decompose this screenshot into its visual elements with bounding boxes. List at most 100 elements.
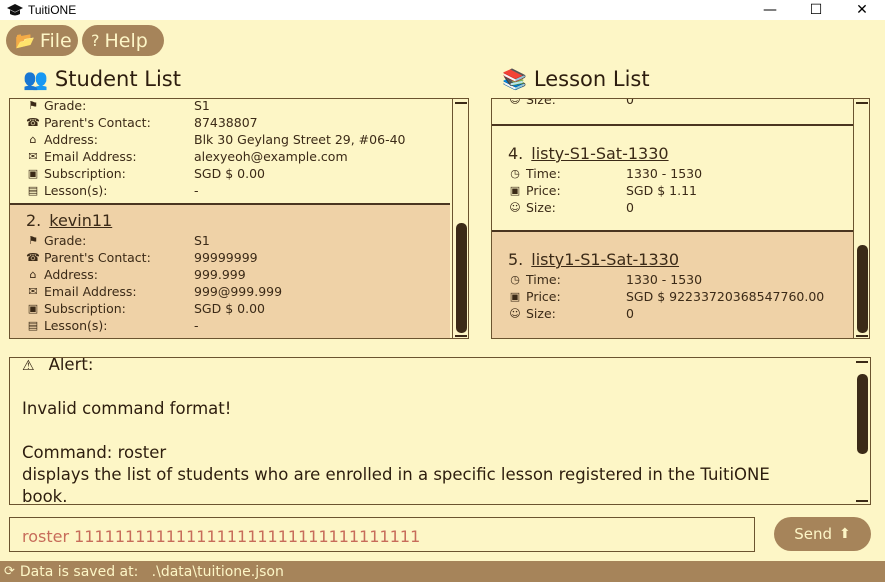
help-menu-button[interactable]: ? Help (82, 25, 164, 56)
result-display[interactable]: ⚠ Alert: Invalid command format! Command:… (9, 357, 871, 505)
lesson-card-title: 5. listy1-S1-Sat-1330 (508, 250, 679, 269)
lesson-detail-row: ☺ Size: 0 (508, 98, 634, 108)
student-detail-row: ▤ Lesson(s): - (26, 182, 199, 199)
row-value: S1 (194, 98, 210, 113)
close-button[interactable]: ✕ (839, 0, 885, 20)
student-detail-row: ☎ Parent's Contact: 99999999 (26, 249, 257, 266)
alert-description: displays the list of students who are en… (22, 465, 770, 484)
row-value: - (194, 318, 199, 333)
lesson-card-4[interactable]: 4. listy-S1-Sat-1330 ◷ Time: 1330 - 1530 ▣… (492, 124, 853, 232)
minimize-button[interactable]: — (747, 0, 793, 20)
file-menu-button[interactable]: 📂 File (6, 25, 78, 56)
row-value: 0 (626, 98, 634, 107)
alert-usage: Command: roster (22, 443, 167, 462)
title-bar: TuitiONE — ☐ ✕ (0, 0, 885, 20)
student-card-2[interactable]: 2. kevin11 ⚑ Grade: S1 ☎ Parent's Contact: 9… (10, 203, 450, 338)
student-detail-row: ☎ Parent's Contact: 87438807 (26, 114, 257, 131)
books-icon: 📚 (502, 67, 527, 91)
student-list-title: Student List (54, 67, 181, 91)
student-card-title: 2. kevin11 (26, 211, 112, 230)
send-button[interactable]: Send ⬆ (774, 517, 871, 551)
phone-icon: ☎ (26, 116, 40, 129)
lesson-list-title: Lesson List (533, 67, 650, 91)
row-label: Size: (526, 306, 556, 321)
row-value: - (194, 183, 199, 198)
lesson-detail-row: ☺ Size: 0 (508, 305, 634, 322)
file-menu-label: File (39, 29, 72, 52)
status-label: Data is saved at: (19, 563, 139, 580)
book-icon: ▤ (27, 319, 39, 332)
alert-description-cont: book. (22, 487, 68, 505)
scroll-cap-bottom (856, 500, 868, 502)
alert-title: ⚠ Alert: (22, 358, 93, 374)
lesson-list-heading: 📚 Lesson List (502, 67, 650, 91)
sync-icon: ⟳ (4, 564, 15, 579)
student-detail-row: ⚑ Grade: S1 (26, 98, 210, 114)
maximize-button[interactable]: ☐ (793, 0, 839, 20)
student-card-1[interactable]: ⚑ Grade: S1 ☎ Parent's Contact: 87438807 ⌂ Ad… (10, 98, 450, 205)
student-index: 2. (26, 211, 42, 230)
command-input[interactable]: roster 111111111111111111111111111111111… (9, 517, 755, 552)
menu-bar: 📂 File ? Help (0, 22, 885, 60)
student-detail-row: ▤ Lesson(s): - (26, 317, 199, 334)
lesson-name[interactable]: listy1-S1-Sat-1330 (531, 250, 679, 269)
money-icon: ▣ (509, 184, 521, 197)
row-label: Grade: (44, 98, 87, 113)
row-label: Price: (526, 183, 561, 198)
status-spacer (138, 564, 151, 580)
student-detail-row: ⌂ Address: Blk 30 Geylang Street 29, #06-4… (26, 131, 406, 148)
lesson-index: 4. (508, 144, 524, 163)
row-value: SGD $ 0.00 (194, 166, 265, 181)
row-label: Size: (526, 200, 556, 215)
lesson-list-panel[interactable]: ☺ Size: 0 4. listy-S1-Sat-1330 ◷ Time: 1330 … (491, 98, 870, 339)
student-list-panel[interactable]: ⚑ Grade: S1 ☎ Parent's Contact: 87438807 ⌂ Ad… (9, 98, 469, 339)
row-label: Grade: (44, 233, 87, 248)
warning-icon: ⚠ (22, 358, 35, 374)
row-label: Size: (526, 98, 556, 107)
scroll-cap-bottom (856, 335, 868, 337)
student-scrollbar[interactable] (452, 99, 468, 338)
row-value: 0 (626, 306, 634, 321)
grade-icon: ⚑ (28, 99, 38, 112)
row-label: Parent's Contact: (44, 250, 151, 265)
student-detail-row: ⌂ Address: 999.999 (26, 266, 246, 283)
lesson-name[interactable]: listy-S1-Sat-1330 (531, 144, 668, 163)
row-value: SGD $ 0.00 (194, 301, 265, 316)
row-value: 1330 - 1530 (626, 166, 703, 181)
row-label: Time: (526, 166, 561, 181)
student-scroll-thumb[interactable] (456, 223, 467, 333)
row-label: Lesson(s): (44, 318, 108, 333)
row-value: alexyeoh@example.com (194, 149, 348, 164)
student-detail-row: ✉ Email Address: alexyeoh@example.com (26, 148, 348, 165)
row-label: Parent's Contact: (44, 115, 151, 130)
arrow-up-icon: ⬆ (839, 526, 851, 542)
student-name[interactable]: kevin11 (49, 211, 112, 230)
result-scrollbar[interactable] (854, 358, 870, 504)
student-detail-row: ✉ Email Address: 999@999.999 (26, 283, 282, 300)
money-icon: ▣ (27, 302, 39, 315)
student-detail-row: ▣ Subscription: SGD $ 0.00 (26, 165, 265, 182)
help-menu-label: Help (104, 29, 148, 52)
lesson-detail-row: ◷ Time: 1330 - 1530 (508, 271, 702, 288)
row-value: S1 (194, 233, 210, 248)
lesson-card-3[interactable]: ☺ Size: 0 (492, 98, 853, 126)
row-value: SGD $ 92233720368547760.00 (626, 289, 825, 304)
lesson-scrollbar[interactable] (853, 99, 869, 338)
row-label: Email Address: (44, 149, 137, 164)
folder-icon: 📂 (15, 31, 35, 50)
lesson-card-5[interactable]: 5. listy1-S1-Sat-1330 ◷ Time: 1330 - 1530 … (492, 230, 853, 338)
row-value: 999.999 (194, 267, 246, 282)
row-label: Email Address: (44, 284, 137, 299)
row-label: Price: (526, 289, 561, 304)
size-icon: ☺ (509, 98, 521, 106)
status-path: .\data\tuitione.json (151, 563, 284, 580)
send-label: Send (794, 525, 833, 543)
row-label: Subscription: (44, 301, 126, 316)
result-scroll-thumb[interactable] (857, 374, 868, 454)
scroll-cap-top (455, 102, 467, 104)
scroll-cap-top (856, 361, 868, 363)
lesson-scroll-thumb[interactable] (857, 245, 868, 333)
email-icon: ✉ (28, 285, 38, 298)
money-icon: ▣ (509, 290, 521, 303)
row-value: SGD $ 1.11 (626, 183, 697, 198)
